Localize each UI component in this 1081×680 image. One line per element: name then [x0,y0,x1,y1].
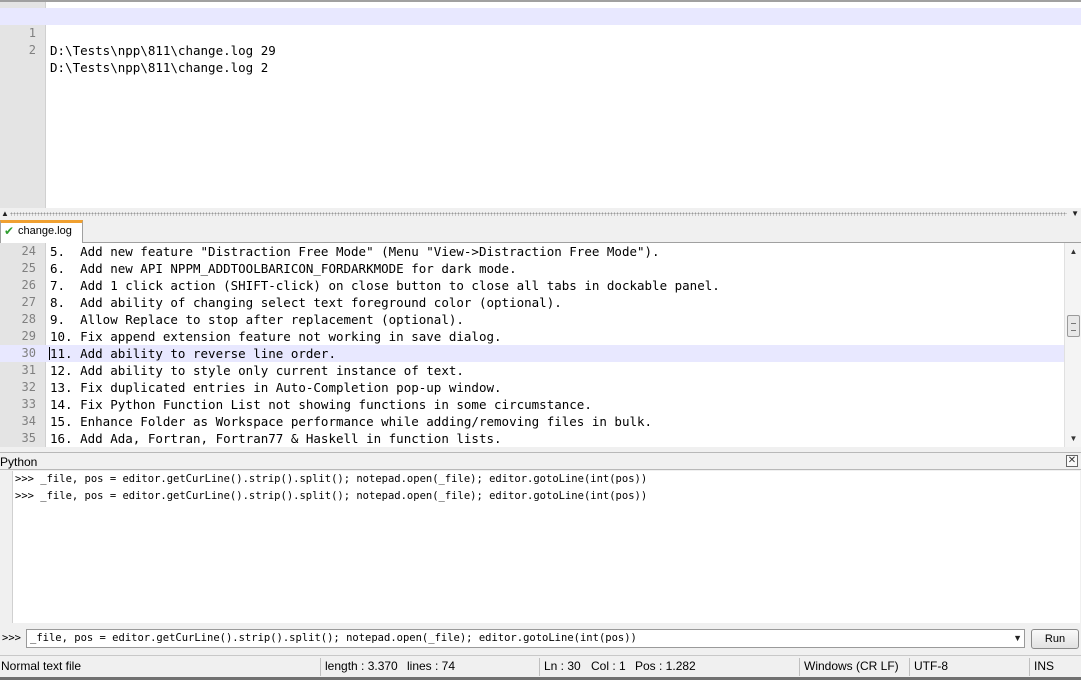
status-insert-mode[interactable]: INS [1033,656,1054,678]
tab-change-log[interactable]: ✔ change.log [0,220,83,243]
editor-line[interactable]: 35 16. Add Ada, Fortran, Fortran77 & Hask… [0,430,1064,447]
editor-line[interactable]: 24 5. Add new feature "Distraction Free M… [0,243,1064,260]
vertical-scrollbar[interactable]: ▲ ▼ [1064,243,1081,447]
line-number: 25 [21,261,36,275]
editor-line[interactable]: 31 12. Add ability to style only current … [0,362,1064,379]
splitter-up-arrow-icon[interactable]: ▲ [1,209,9,218]
python-console-title: Python [0,455,38,469]
status-file-type: Normal text file [1,659,82,673]
line-number: 32 [21,380,36,394]
command-input-value: _file, pos = editor.getCurLine().strip()… [30,632,637,644]
status-eol[interactable]: Windows (CR LF) [803,656,899,678]
line-number: 24 [21,244,36,258]
editor-line[interactable]: 26 7. Add 1 click action (SHIFT-click) on… [0,277,1064,294]
splitter-grip[interactable] [10,212,1067,216]
line-text: 8. Add ability of changing select text f… [50,295,562,310]
tab-bar: ✔ change.log [0,220,1081,243]
line-number: 30 [21,346,36,360]
editor-line[interactable]: 2 D:\Tests\npp\811\change.log 2 [0,25,1081,75]
editor-line[interactable]: 28 9. Allow Replace to stop after replace… [0,311,1064,328]
line-text: 13. Fix duplicated entries in Auto-Compl… [50,380,502,395]
line-number: 27 [21,295,36,309]
main-editor-text[interactable]: 24 5. Add new feature "Distraction Free M… [0,243,1064,447]
line-text: D:\Tests\npp\811\change.log 29 [50,43,276,58]
line-number: 34 [21,414,36,428]
status-separator [320,658,321,676]
line-number: 31 [21,363,36,377]
line-number: 33 [21,397,36,411]
line-text: 7. Add 1 click action (SHIFT-click) on c… [50,278,720,293]
console-output-line: >>> _file, pos = editor.getCurLine().str… [15,473,648,485]
line-number: 2 [28,43,36,57]
run-button[interactable]: Run [1031,629,1079,649]
python-console-output[interactable]: >>> _file, pos = editor.getCurLine().str… [12,471,1080,623]
top-editor-text[interactable]: 1 D:\Tests\npp\811\change.log 29 2 D:\Te… [0,2,1081,208]
line-text: 9. Allow Replace to stop after replaceme… [50,312,464,327]
status-separator [1029,658,1030,676]
line-text: 10. Fix append extension feature not wor… [50,329,502,344]
editor-line[interactable]: 27 8. Add ability of changing select text… [0,294,1064,311]
console-prompt: >>> [2,632,21,644]
view-splitter[interactable]: ▲ ▼ [0,208,1081,220]
python-console-header: Python ✕ [0,452,1081,470]
scrollbar-thumb[interactable] [1067,315,1080,337]
editor-line[interactable]: 32 13. Fix duplicated entries in Auto-Com… [0,379,1064,396]
chevron-down-icon[interactable]: ▼ [1013,633,1022,643]
line-text: 11. Add ability to reverse line order. [50,346,336,361]
python-command-input[interactable]: _file, pos = editor.getCurLine().strip()… [26,629,1025,648]
tab-label: change.log [18,225,72,237]
python-input-row: >>> _file, pos = editor.getCurLine().str… [0,628,1081,650]
editor-line[interactable]: 34 15. Enhance Folder as Workspace perfor… [0,413,1064,430]
main-editor[interactable]: 24 5. Add new feature "Distraction Free M… [0,243,1081,447]
line-number: 26 [21,278,36,292]
status-lines: lines : 74 [407,659,456,673]
line-text: D:\Tests\npp\811\change.log 2 [50,60,269,75]
line-number: 29 [21,329,36,343]
line-text: 6. Add new API NPPM_ADDTOOLBARICON_FORDA… [50,261,517,276]
scroll-down-arrow-icon[interactable]: ▼ [1065,430,1081,447]
editor-line[interactable]: 25 6. Add new API NPPM_ADDTOOLBARICON_FOR… [0,260,1064,277]
line-number: 35 [21,431,36,445]
saved-check-icon: ✔ [4,224,15,238]
editor-line[interactable]: 29 10. Fix append extension feature not w… [0,328,1064,345]
line-text: 12. Add ability to style only current in… [50,363,464,378]
status-separator [799,658,800,676]
line-text: 15. Enhance Folder as Workspace performa… [50,414,653,429]
scroll-up-arrow-icon[interactable]: ▲ [1065,243,1081,260]
editor-line[interactable]: 33 14. Fix Python Function List not showi… [0,396,1064,413]
splitter-down-arrow-icon[interactable]: ▼ [1071,209,1079,218]
editor-line[interactable]: 1 D:\Tests\npp\811\change.log 29 [0,8,1081,58]
line-number: 28 [21,312,36,326]
line-text: 5. Add new feature "Distraction Free Mod… [50,244,660,259]
status-position: Pos : 1.282 [635,659,696,673]
line-text: 14. Fix Python Function List not showing… [50,397,592,412]
top-editor[interactable]: 1 D:\Tests\npp\811\change.log 29 2 D:\Te… [0,0,1081,208]
status-encoding[interactable]: UTF-8 [913,656,948,678]
status-line-number: Ln : 30 [544,659,581,673]
console-output-line: >>> _file, pos = editor.getCurLine().str… [15,490,648,502]
close-icon[interactable]: ✕ [1066,455,1078,467]
line-text: 16. Add Ada, Fortran, Fortran77 & Haskel… [50,431,502,446]
status-column: Col : 1 [591,659,626,673]
status-length: length : 3.370 [325,659,398,673]
status-bar: Normal text file length : 3.370 lines : … [0,655,1081,677]
status-separator [909,658,910,676]
editor-line-current[interactable]: 30 11. Add ability to reverse line order. [0,345,1064,362]
status-separator [539,658,540,676]
